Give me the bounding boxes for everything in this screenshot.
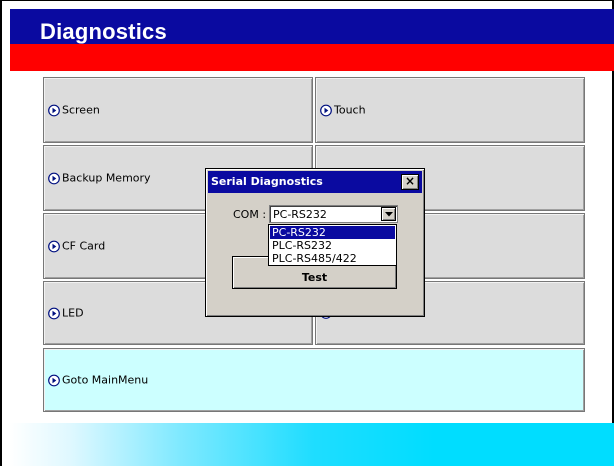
footer-gradient-bar xyxy=(10,423,614,466)
dialog-title-bar: Serial Diagnostics × xyxy=(208,171,422,193)
dropdown-option-plc-rs485-422[interactable]: PLC-RS485/422 xyxy=(270,252,395,265)
test-button-label: Test xyxy=(301,271,328,284)
close-icon: × xyxy=(404,174,416,188)
goto-main-menu-button[interactable]: Goto MainMenu xyxy=(43,348,585,412)
circle-arrow-right-icon xyxy=(320,104,332,116)
accent-bar xyxy=(10,44,614,71)
dropdown-option-pc-rs232[interactable]: PC-RS232 xyxy=(270,226,395,239)
tile-label-touch: Touch xyxy=(334,103,366,117)
chevron-down-icon xyxy=(385,212,393,217)
main-menu-label: Goto MainMenu xyxy=(62,373,149,387)
dropdown-option-plc-rs232[interactable]: PLC-RS232 xyxy=(270,239,395,252)
com-port-dropdown-list: PC-RS232 PLC-RS232 PLC-RS485/422 xyxy=(268,224,397,266)
tile-label-screen: Screen xyxy=(62,103,100,117)
circle-arrow-right-icon xyxy=(48,374,60,386)
dialog-title: Serial Diagnostics xyxy=(211,175,323,188)
tile-label-backup-memory: Backup Memory xyxy=(62,171,151,185)
dropdown-toggle-button[interactable] xyxy=(381,207,396,221)
page-title: Diagnostics xyxy=(40,19,167,44)
app-window: Diagnostics Screen Touch Backup Memory C… xyxy=(0,0,614,466)
com-label: COM : xyxy=(233,208,267,221)
screen-button[interactable]: Screen xyxy=(43,77,313,143)
circle-arrow-right-icon xyxy=(48,104,60,116)
header-bar: Diagnostics xyxy=(10,9,614,44)
circle-arrow-right-icon xyxy=(48,172,60,184)
touch-button[interactable]: Touch xyxy=(315,77,585,143)
circle-arrow-right-icon xyxy=(48,307,60,319)
tile-label-led: LED xyxy=(62,306,84,320)
com-port-select[interactable]: PC-RS232 xyxy=(269,205,398,223)
com-port-selected-value: PC-RS232 xyxy=(273,208,327,221)
tile-label-cf-card: CF Card xyxy=(62,239,106,253)
close-button[interactable]: × xyxy=(401,174,419,190)
circle-arrow-right-icon xyxy=(48,240,60,252)
